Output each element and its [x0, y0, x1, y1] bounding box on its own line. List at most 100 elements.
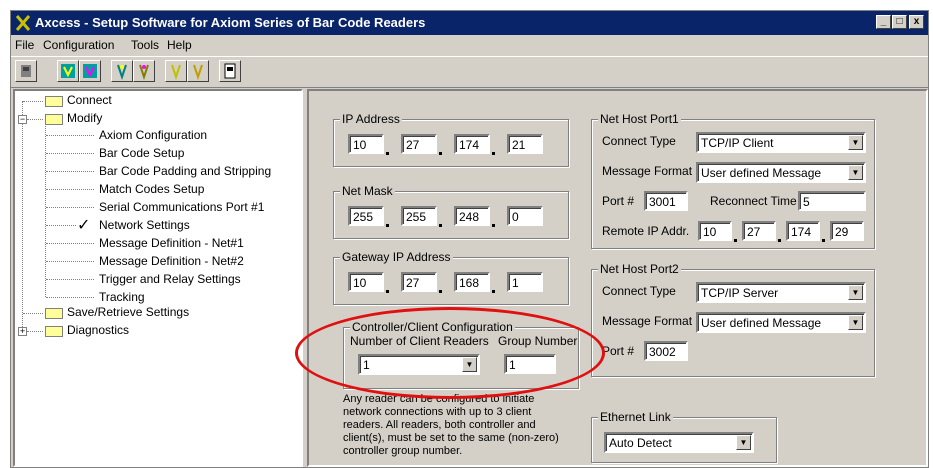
copy-tool-button[interactable] [165, 60, 187, 82]
tree-line [46, 243, 94, 244]
disconnect-tool-button[interactable] [15, 60, 37, 82]
tree-item-message-net1[interactable]: Message Definition - Net#1 [99, 236, 244, 250]
tree-item-serial-comm[interactable]: Serial Communications Port #1 [99, 200, 264, 214]
title-bar[interactable]: Axcess - Setup Software for Axiom Series… [11, 11, 928, 35]
octet-dot [439, 152, 442, 155]
ip-address-group: IP Address 10 27 174 21 [333, 112, 569, 167]
octet-dot [778, 239, 781, 242]
port-input[interactable]: 3002 [644, 341, 688, 361]
send-tool-button[interactable] [111, 60, 133, 82]
folder-icon [45, 326, 63, 337]
remote-ip-octet-4[interactable]: 29 [830, 221, 864, 241]
mask-octet-1[interactable]: 255 [348, 206, 384, 226]
receive-all-icon [83, 64, 97, 78]
tree-line [46, 261, 94, 262]
net-mask-label: Net Mask [340, 184, 395, 198]
receive-all-tool-button[interactable] [79, 60, 101, 82]
collapse-glyph: − [19, 114, 26, 124]
message-format-value: User defined Message [701, 316, 822, 330]
tree-line [46, 135, 94, 136]
gateway-octet-4[interactable]: 1 [507, 272, 543, 292]
port-label: Port # [602, 194, 635, 208]
gateway-octet-2[interactable]: 27 [401, 272, 437, 292]
message-format-label: Message Format [602, 164, 693, 178]
expand-icon[interactable]: + [18, 327, 27, 336]
ip-octet-1[interactable]: 10 [348, 134, 384, 154]
folder-icon [45, 96, 63, 107]
tree-item-network-settings[interactable]: Network Settings [99, 218, 190, 232]
tree-item-modify[interactable]: Modify [67, 111, 102, 125]
port-input[interactable]: 3001 [644, 191, 688, 211]
tree-item-message-net2[interactable]: Message Definition - Net#2 [99, 254, 244, 268]
maximize-button[interactable]: □ [892, 15, 907, 29]
minimize-icon: _ [880, 16, 887, 27]
tree-line [22, 101, 23, 329]
network-settings-panel: IP Address 10 27 174 21 Net Mask 255 255… [295, 89, 928, 467]
octet-dot [439, 290, 442, 293]
menu-tools[interactable]: Tools [131, 38, 159, 52]
gateway-octet-1[interactable]: 10 [348, 272, 384, 292]
octet-dot [386, 224, 389, 227]
tree-item-save-retrieve[interactable]: Save/Retrieve Settings [67, 305, 189, 319]
device-tool-button[interactable] [219, 60, 241, 82]
tree-item-tracking[interactable]: Tracking [99, 290, 145, 304]
tree-line [46, 207, 94, 208]
reconnect-time-label: Reconnect Time [710, 194, 797, 208]
octet-dot [822, 239, 825, 242]
window-title: Axcess - Setup Software for Axiom Series… [35, 15, 426, 30]
ip-octet-3[interactable]: 174 [454, 134, 490, 154]
message-format-select[interactable]: User defined Message ▼ [696, 312, 866, 333]
chevron-down-icon[interactable]: ▼ [848, 165, 863, 180]
remote-ip-octet-3[interactable]: 174 [786, 221, 820, 241]
collapse-icon[interactable]: − [18, 115, 27, 124]
close-button[interactable]: x [909, 15, 924, 29]
tree-item-diagnostics[interactable]: Diagnostics [67, 323, 129, 337]
tree-line [46, 279, 94, 280]
mask-octet-3[interactable]: 248 [454, 206, 490, 226]
chevron-down-icon[interactable]: ▼ [848, 315, 863, 330]
tree-item-padding-stripping[interactable]: Bar Code Padding and Stripping [99, 164, 271, 178]
chevron-down-icon[interactable]: ▼ [736, 435, 751, 450]
remote-ip-octet-1[interactable]: 10 [698, 221, 732, 241]
tree-line [46, 297, 94, 298]
octet-dot [734, 239, 737, 242]
reconnect-time-input[interactable]: 5 [798, 191, 866, 211]
chevron-down-icon[interactable]: ▼ [848, 135, 863, 150]
checkmark-icon: ✓ [77, 217, 91, 234]
mask-octet-2[interactable]: 255 [401, 206, 437, 226]
tree-item-trigger-relay[interactable]: Trigger and Relay Settings [99, 272, 241, 286]
gateway-octet-3[interactable]: 168 [454, 272, 490, 292]
message-format-value: User defined Message [701, 166, 822, 180]
ip-octet-2[interactable]: 27 [401, 134, 437, 154]
tree-item-axiom-configuration[interactable]: Axiom Configuration [99, 128, 207, 142]
paste-icon [193, 64, 203, 81]
tree-line [46, 153, 94, 154]
octet-dot [492, 152, 495, 155]
remote-ip-octet-2[interactable]: 27 [742, 221, 776, 241]
net-host-port1-label: Net Host Port1 [598, 112, 681, 126]
ip-octet-4[interactable]: 21 [507, 134, 543, 154]
message-format-label: Message Format [602, 314, 693, 328]
connect-type-label: Connect Type [602, 134, 676, 148]
ethernet-link-select[interactable]: Auto Detect ▼ [604, 432, 754, 453]
paste-tool-button[interactable] [187, 60, 209, 82]
send-all-tool-button[interactable] [57, 60, 79, 82]
message-format-select[interactable]: User defined Message ▼ [696, 162, 866, 183]
connect-type-select[interactable]: TCP/IP Server ▼ [696, 282, 866, 303]
receive-tool-button[interactable] [133, 60, 155, 82]
tree-item-match-codes[interactable]: Match Codes Setup [99, 182, 204, 196]
menu-help[interactable]: Help [167, 38, 192, 52]
gateway-group: Gateway IP Address 10 27 168 1 [333, 250, 569, 305]
tree-item-bar-code-setup[interactable]: Bar Code Setup [99, 146, 184, 160]
connect-type-select[interactable]: TCP/IP Client ▼ [696, 132, 866, 153]
copy-icon [171, 64, 181, 81]
menu-configuration[interactable]: Configuration [43, 38, 114, 52]
ethernet-link-label: Ethernet Link [598, 410, 673, 424]
minimize-button[interactable]: _ [876, 15, 891, 29]
tree-item-connect[interactable]: Connect [67, 93, 112, 107]
mask-octet-4[interactable]: 0 [507, 206, 543, 226]
menu-file[interactable]: File [15, 38, 34, 52]
chevron-down-icon[interactable]: ▼ [848, 285, 863, 300]
remote-ip-label: Remote IP Addr. [602, 224, 690, 238]
tree-line [46, 189, 94, 190]
